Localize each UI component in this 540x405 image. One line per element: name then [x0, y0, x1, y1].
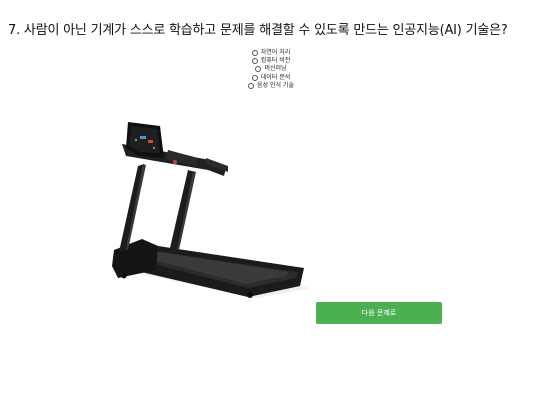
answer-options: 자연어 처리 컴퓨터 비전 머신러닝 데이터 분석 음성 인식 기술	[230, 49, 312, 90]
next-question-button[interactable]: 다음 문제로	[316, 302, 442, 324]
option-natural-language-processing[interactable]: 자연어 처리	[230, 49, 312, 57]
question-title: 7. 사람이 아닌 기계가 스스로 학습하고 문제를 해결할 수 있도록 만드는…	[8, 23, 508, 38]
radio-button[interactable]	[248, 82, 255, 89]
option-label: 자연어 처리	[260, 49, 291, 57]
radio-button[interactable]	[251, 58, 258, 65]
option-machine-learning[interactable]: 머신러닝	[230, 65, 312, 73]
radio-button[interactable]	[251, 74, 258, 81]
option-label: 머신러닝	[264, 65, 287, 73]
option-speech-recognition[interactable]: 음성 인식 기술	[230, 82, 312, 90]
option-label: 데이터 분석	[260, 73, 291, 81]
radio-button[interactable]	[251, 50, 258, 57]
radio-button[interactable]	[255, 66, 262, 73]
option-label: 음성 인식 기술	[257, 81, 294, 89]
option-data-analysis[interactable]: 데이터 분석	[230, 74, 312, 82]
question-image	[98, 100, 314, 316]
treadmill-illustration	[112, 122, 310, 298]
